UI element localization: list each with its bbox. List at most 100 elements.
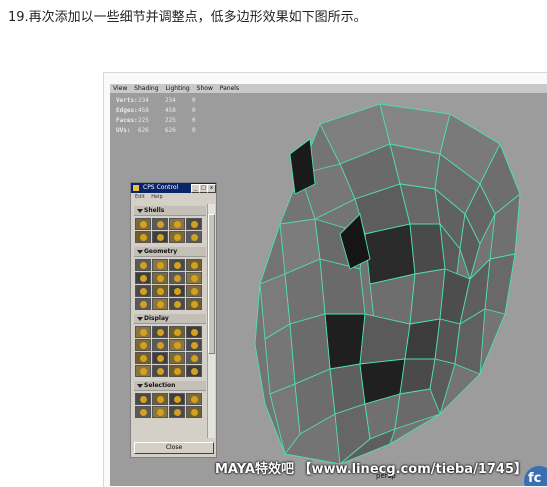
cps-tool-list: Shells Geometry Display Selection — [134, 204, 206, 438]
tool-icon[interactable] — [169, 218, 185, 230]
scroll-thumb[interactable] — [208, 214, 215, 354]
tool-icon[interactable] — [169, 406, 185, 418]
menu-lighting[interactable]: Lighting — [165, 85, 189, 92]
tool-icon[interactable] — [135, 259, 151, 271]
sphere-icon — [191, 234, 198, 241]
tool-icon[interactable] — [186, 231, 202, 243]
menu-help[interactable]: Help — [151, 194, 162, 200]
tool-icon[interactable] — [152, 365, 168, 377]
tool-icon[interactable] — [169, 326, 185, 338]
tool-icon[interactable] — [169, 393, 185, 405]
sphere-icon — [174, 329, 181, 336]
sphere-icon — [157, 234, 164, 241]
mesh-face — [409, 268, 446, 325]
viewport-menubar: View Shading Lighting Show Panels — [110, 84, 547, 93]
tool-icon[interactable] — [135, 231, 151, 243]
tool-icon[interactable] — [152, 406, 168, 418]
close-button[interactable]: Close — [134, 442, 214, 454]
sphere-icon — [140, 234, 147, 241]
tool-icon[interactable] — [152, 231, 168, 243]
tool-icon[interactable] — [135, 298, 151, 310]
menu-shading[interactable]: Shading — [134, 85, 158, 92]
sphere-icon — [174, 262, 181, 269]
hud-value: 458 — [138, 107, 149, 114]
tool-icon[interactable] — [169, 365, 185, 377]
close-icon[interactable]: x — [207, 184, 216, 193]
tool-icon[interactable] — [135, 218, 151, 230]
section-display[interactable]: Display — [134, 314, 206, 324]
sphere-icon — [191, 396, 198, 403]
menu-show[interactable]: Show — [197, 85, 213, 92]
tool-icon[interactable] — [186, 406, 202, 418]
tool-icon[interactable] — [152, 259, 168, 271]
tool-icon[interactable] — [186, 393, 202, 405]
sphere-icon — [157, 355, 164, 362]
hud-value: 0 — [192, 107, 196, 114]
hud-value: 0 — [192, 127, 196, 134]
sphere-icon — [140, 409, 147, 416]
tool-icon[interactable] — [135, 326, 151, 338]
tool-icon[interactable] — [186, 259, 202, 271]
tool-icon[interactable] — [135, 285, 151, 297]
tool-icon[interactable] — [186, 298, 202, 310]
sphere-icon — [140, 396, 147, 403]
tool-icon[interactable] — [186, 218, 202, 230]
sphere-icon — [140, 368, 147, 375]
tool-icon[interactable] — [152, 272, 168, 284]
hud-value: 626 — [165, 127, 176, 134]
tool-icon[interactable] — [152, 218, 168, 230]
cps-control-window[interactable]: CPS Control _ □ x Edit Help Shells Geome… — [130, 182, 217, 458]
section-geometry[interactable]: Geometry — [134, 247, 206, 257]
sphere-icon — [157, 368, 164, 375]
sphere-icon — [157, 409, 164, 416]
menu-edit[interactable]: Edit — [135, 194, 145, 200]
hud-label: Verts: — [116, 97, 138, 104]
cps-titlebar[interactable]: CPS Control _ □ x — [131, 183, 216, 193]
tool-icon[interactable] — [135, 272, 151, 284]
tool-icon[interactable] — [152, 393, 168, 405]
sphere-icon — [174, 275, 181, 282]
tool-icon[interactable] — [135, 365, 151, 377]
sphere-icon — [191, 355, 198, 362]
tool-icon[interactable] — [152, 352, 168, 364]
sphere-icon — [157, 221, 164, 228]
sphere-icon — [191, 301, 198, 308]
hud-row-edges: Edges:458 458 0 — [116, 106, 219, 116]
section-selection[interactable]: Selection — [134, 381, 206, 391]
tool-icon[interactable] — [186, 339, 202, 351]
tool-icon[interactable] — [169, 298, 185, 310]
tool-icon[interactable] — [169, 259, 185, 271]
menu-view[interactable]: View — [113, 85, 127, 92]
tool-icon[interactable] — [152, 285, 168, 297]
menu-panels[interactable]: Panels — [220, 85, 239, 92]
tool-icon[interactable] — [169, 231, 185, 243]
tool-icon[interactable] — [186, 272, 202, 284]
hud-value: 458 — [165, 107, 176, 114]
tool-icon[interactable] — [169, 339, 185, 351]
tool-icon[interactable] — [169, 352, 185, 364]
tool-icon[interactable] — [169, 272, 185, 284]
sphere-icon — [140, 342, 147, 349]
sphere-icon — [157, 396, 164, 403]
tool-icon[interactable] — [152, 298, 168, 310]
sphere-icon — [174, 301, 181, 308]
tool-icon[interactable] — [135, 406, 151, 418]
tool-icon[interactable] — [152, 339, 168, 351]
cps-scrollbar[interactable] — [207, 204, 215, 438]
sphere-icon — [157, 275, 164, 282]
sphere-icon — [157, 342, 164, 349]
tool-icon[interactable] — [135, 393, 151, 405]
tool-icon[interactable] — [186, 352, 202, 364]
hud-label: UVs: — [116, 127, 131, 134]
section-shells[interactable]: Shells — [134, 206, 206, 216]
tool-icon[interactable] — [186, 326, 202, 338]
tool-icon[interactable] — [186, 285, 202, 297]
sphere-icon — [140, 288, 147, 295]
tool-icon[interactable] — [169, 285, 185, 297]
tool-icon[interactable] — [135, 352, 151, 364]
sphere-icon — [174, 342, 181, 349]
tool-icon[interactable] — [152, 326, 168, 338]
mesh-face — [289, 138, 316, 195]
tool-icon[interactable] — [186, 365, 202, 377]
tool-icon[interactable] — [135, 339, 151, 351]
